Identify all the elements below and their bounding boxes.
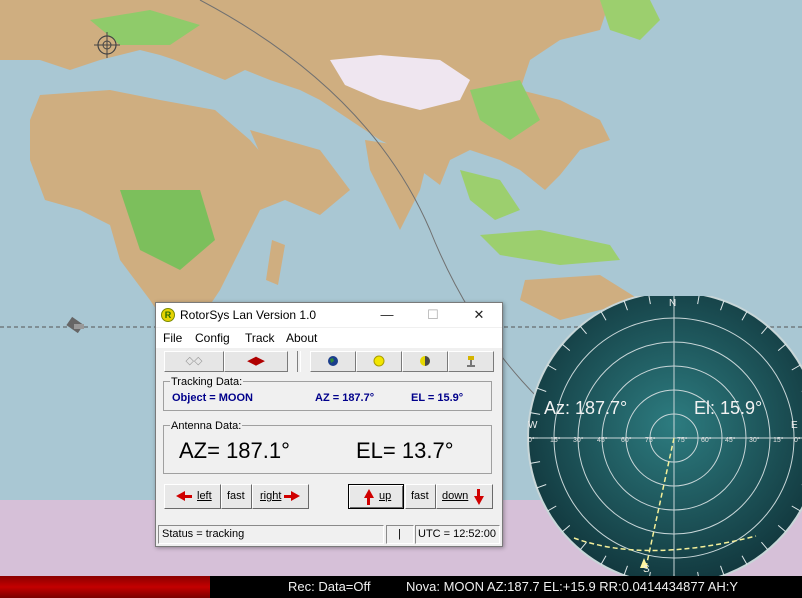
rotate-up-button[interactable]: up bbox=[348, 484, 404, 509]
status-label: Status = tracking bbox=[162, 528, 245, 540]
rotorsys-window: R RotorSys Lan Version 1.0 — ☐ ✕ File Co… bbox=[155, 302, 503, 547]
fast-right-label: fast bbox=[411, 490, 429, 502]
menu-about[interactable]: About bbox=[286, 331, 317, 345]
polar-plot bbox=[527, 296, 802, 576]
earth-icon bbox=[327, 355, 339, 371]
antenna-az: AZ= 187.1° bbox=[179, 438, 290, 463]
tick-label: 45° bbox=[597, 437, 608, 444]
radar-south-label: S bbox=[643, 564, 650, 575]
minimize-button[interactable]: — bbox=[364, 303, 410, 327]
antenna-dots-icon: ◇◇ bbox=[185, 355, 203, 367]
toolbar-button-moon[interactable] bbox=[402, 351, 448, 372]
tick-label: 75° bbox=[645, 437, 656, 444]
status-utc-pane: UTC = 12:52:00 bbox=[415, 525, 500, 544]
maximize-button[interactable]: ☐ bbox=[410, 303, 456, 327]
left-label: left bbox=[197, 490, 212, 502]
antenna-data-label: Antenna Data: bbox=[170, 420, 243, 432]
tick-label: 60° bbox=[621, 437, 632, 444]
radar-east-label: E bbox=[791, 420, 798, 431]
radar-el-label: El: 15.9° bbox=[694, 398, 763, 418]
toolbar-button-swap[interactable]: ◀▶ bbox=[224, 351, 288, 372]
app-logo-icon: R bbox=[161, 308, 175, 322]
rotate-left-button[interactable]: left bbox=[164, 484, 221, 509]
toolbar-button-sun[interactable] bbox=[356, 351, 402, 372]
menu-track[interactable]: Track bbox=[245, 331, 275, 345]
fast-left-button[interactable]: fast bbox=[221, 484, 252, 509]
tracking-data-label: Tracking Data: bbox=[170, 376, 244, 388]
fast-left-label: fast bbox=[227, 490, 245, 502]
menu-config[interactable]: Config bbox=[195, 331, 230, 345]
window-title: RotorSys Lan Version 1.0 bbox=[180, 308, 317, 322]
menu-file[interactable]: File bbox=[163, 331, 182, 345]
radar-west-label: W bbox=[528, 420, 538, 431]
radar-az-label: Az: 187.7° bbox=[544, 398, 628, 418]
tick-label: 30° bbox=[749, 437, 760, 444]
bottom-status-indicator bbox=[0, 576, 210, 598]
toolbar-button-earth[interactable] bbox=[310, 351, 356, 372]
tick-label: 30° bbox=[573, 437, 584, 444]
utc-clock: UTC = 12:52:00 bbox=[418, 528, 496, 540]
left-right-arrows-icon: ◀▶ bbox=[247, 355, 265, 367]
rotate-down-button[interactable]: down bbox=[436, 484, 493, 509]
tick-label: 75° bbox=[677, 437, 688, 444]
down-arrow-icon bbox=[474, 496, 484, 505]
up-arrow-icon bbox=[364, 489, 374, 498]
status-text: Status = tracking bbox=[158, 525, 384, 544]
antenna-el: EL= 13.7° bbox=[356, 438, 454, 463]
right-arrow-icon bbox=[291, 491, 300, 501]
down-arrow-stem bbox=[477, 489, 480, 496]
status-middle-label: | bbox=[398, 528, 401, 540]
tick-label: 15° bbox=[773, 437, 784, 444]
tracking-readout: Nova: MOON AZ:187.7 EL:+15.9 RR:0.041443… bbox=[406, 579, 739, 594]
tick-label: 60° bbox=[701, 437, 712, 444]
bottom-status-bar: Rec: Data=Off Nova: MOON AZ:187.7 EL:+15… bbox=[0, 576, 802, 598]
down-label: down bbox=[442, 490, 469, 502]
tracking-object: Object = MOON bbox=[172, 392, 253, 404]
toolbar-separator bbox=[297, 351, 301, 372]
tick-label: 15° bbox=[550, 437, 561, 444]
up-arrow-stem bbox=[367, 498, 370, 505]
menu-bar: File Config Track About bbox=[156, 328, 502, 348]
title-bar[interactable]: R RotorSys Lan Version 1.0 — ☐ ✕ bbox=[156, 303, 502, 327]
right-arrow-stem bbox=[284, 495, 291, 498]
left-arrow-stem bbox=[185, 495, 192, 498]
toolbar-button-manual[interactable]: ◇◇ bbox=[164, 351, 224, 372]
sun-icon bbox=[373, 355, 385, 371]
status-middle-pane: | bbox=[386, 525, 414, 544]
recording-status: Rec: Data=Off bbox=[288, 579, 371, 594]
left-arrow-icon bbox=[176, 491, 185, 501]
fast-up-down-button[interactable]: fast bbox=[405, 484, 436, 509]
close-button[interactable]: ✕ bbox=[456, 303, 502, 327]
toolbar-button-satellite[interactable] bbox=[448, 351, 494, 372]
tick-label: 0° bbox=[528, 437, 535, 444]
up-label: up bbox=[379, 490, 392, 502]
tick-label: 45° bbox=[725, 437, 736, 444]
radar-north-label: N bbox=[669, 298, 677, 309]
right-label: right bbox=[260, 490, 282, 502]
tracking-el: EL = 15.9° bbox=[411, 392, 464, 404]
tick-label: 0° bbox=[794, 437, 801, 444]
satellite-icon bbox=[465, 355, 477, 371]
moon-icon bbox=[419, 355, 431, 371]
tracking-az: AZ = 187.7° bbox=[315, 392, 375, 404]
rotate-right-button[interactable]: right bbox=[252, 484, 309, 509]
